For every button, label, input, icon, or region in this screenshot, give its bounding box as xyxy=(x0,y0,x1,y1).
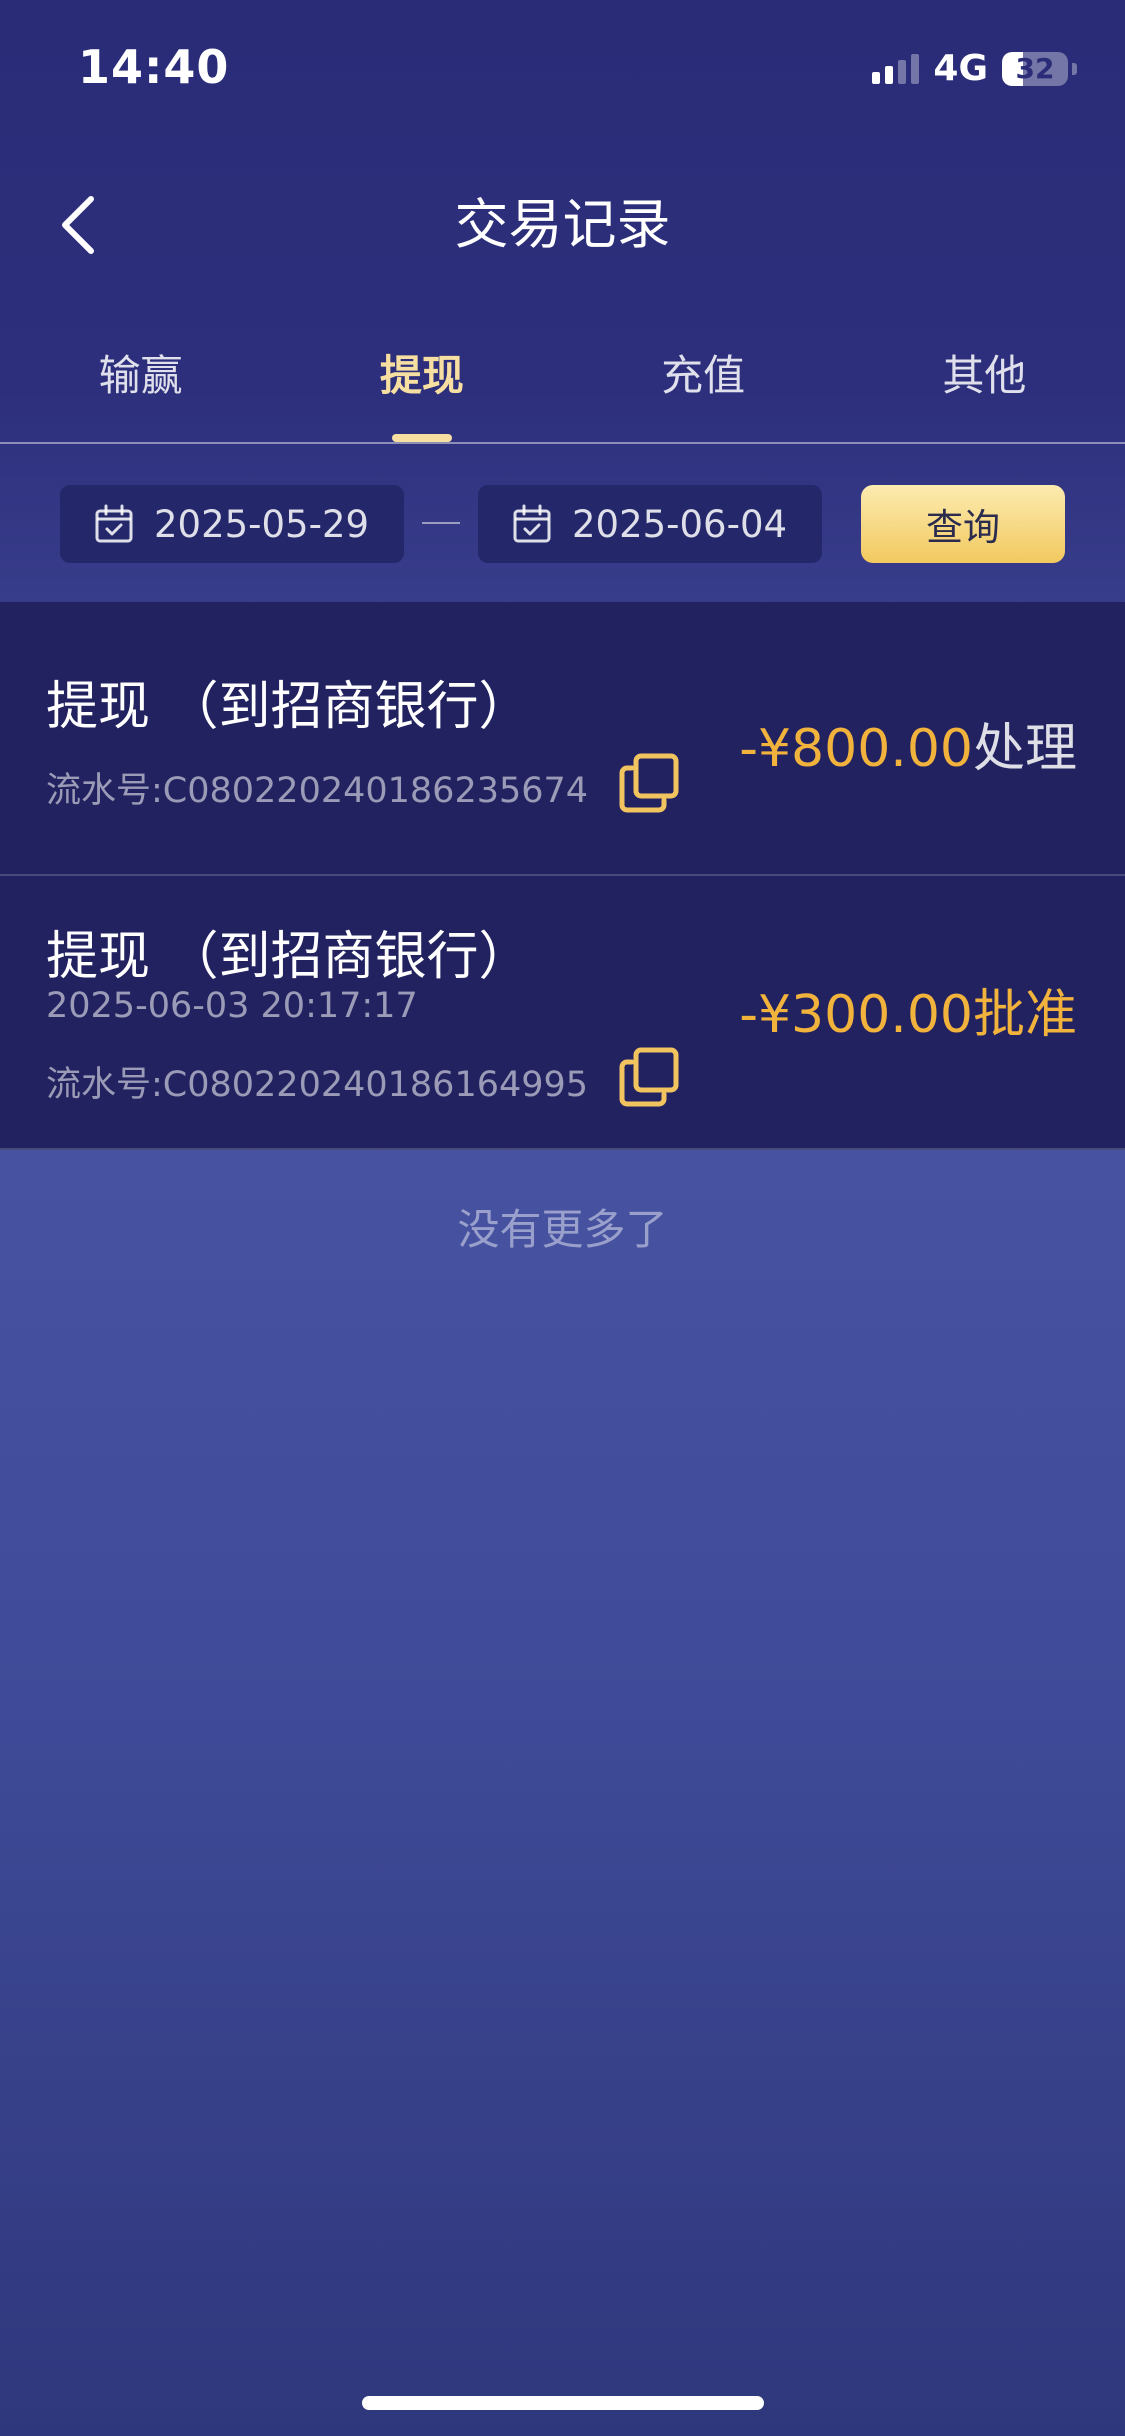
calendar-check-icon xyxy=(95,504,133,543)
status-bar: 14:40 4G 32 xyxy=(0,0,1125,140)
nav-bar: 交易记录 xyxy=(0,170,1125,280)
query-button[interactable]: 查询 xyxy=(861,485,1065,563)
record-serial: 流水号:C080220240186164995 xyxy=(46,1065,589,1105)
status-time: 14:40 xyxy=(78,40,230,94)
start-date-picker[interactable]: 2025-05-29 xyxy=(60,485,404,563)
end-date-picker[interactable]: 2025-06-04 xyxy=(478,485,822,563)
copy-icon[interactable] xyxy=(618,752,680,814)
record-amount-status: -¥300.00批准 xyxy=(739,972,1077,1047)
date-filter-bar: 2025-05-29 2025-06-04 查询 xyxy=(0,444,1125,602)
signal-strength-icon xyxy=(872,53,920,84)
copy-icon[interactable] xyxy=(618,1046,680,1108)
status-indicators: 4G 32 xyxy=(872,48,1077,89)
record-serial: 流水号:C080220240186235674 xyxy=(46,771,589,811)
tab-bar: 输赢 提现 充值 其他 xyxy=(0,330,1125,444)
battery-cap xyxy=(1072,62,1077,75)
tab-other[interactable]: 其他 xyxy=(844,330,1125,442)
date-range-separator xyxy=(422,522,460,524)
end-date-text: 2025-06-04 xyxy=(572,502,788,546)
record-amount: -¥300.00 xyxy=(739,985,973,1045)
tab-withdraw[interactable]: 提现 xyxy=(281,330,562,442)
record-time: 2025-06-03 20:17:17 xyxy=(46,986,418,1026)
battery-icon: 32 xyxy=(1002,51,1068,86)
page-title: 交易记录 xyxy=(454,193,671,256)
list-end-text: 没有更多了 xyxy=(457,1205,668,1254)
record-amount-status: -¥800.00处理 xyxy=(739,706,1077,781)
home-indicator xyxy=(362,2396,764,2410)
record-title: 提现 （到招商银行） xyxy=(46,927,531,987)
calendar-check-icon xyxy=(513,504,551,543)
battery-level: 32 xyxy=(1015,52,1055,85)
tab-deposit[interactable]: 充值 xyxy=(563,330,844,442)
record-amount: -¥800.00 xyxy=(739,719,973,779)
start-date-text: 2025-05-29 xyxy=(154,502,370,546)
record-status: 批准 xyxy=(972,985,1077,1045)
record-title: 提现 （到招商银行） xyxy=(46,677,531,737)
tab-win-loss[interactable]: 输赢 xyxy=(0,330,281,442)
record-status: 处理 xyxy=(972,719,1077,779)
network-type: 4G xyxy=(933,48,988,89)
list-item[interactable]: 提现 （到招商银行） 2025-06-03 20:17:17 流水号:C0802… xyxy=(0,876,1125,1150)
list-item[interactable]: 提现 （到招商银行） 流水号:C080220240186235674 -¥800… xyxy=(0,602,1125,876)
